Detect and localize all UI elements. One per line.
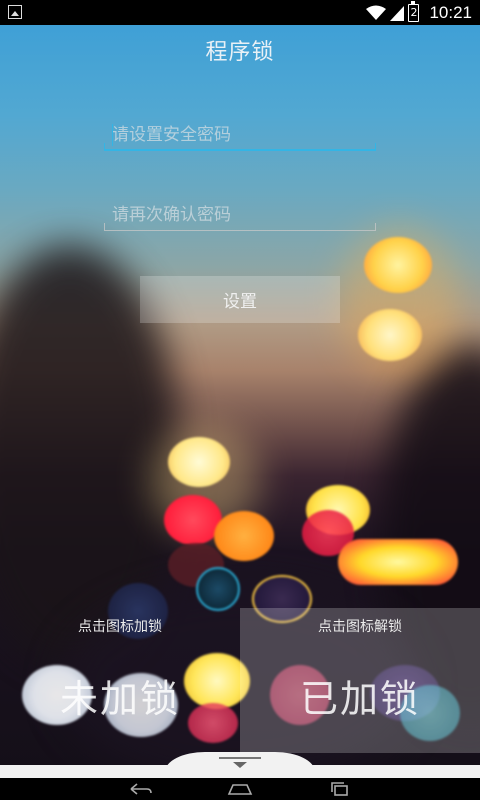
wifi-icon [366, 5, 387, 20]
status-time: 10:21 [429, 2, 472, 22]
back-icon[interactable] [125, 781, 155, 797]
locked-label: 已加锁 [299, 677, 420, 721]
text-cursor [112, 124, 113, 146]
status-icons: 2 10:21 [366, 0, 472, 25]
signal-icon [390, 5, 405, 21]
home-icon[interactable] [225, 781, 255, 797]
bottom-drawer [0, 752, 480, 778]
locked-panel[interactable]: 点击图标解锁 已加锁 [240, 608, 480, 753]
confirm-password-input-underline [104, 223, 376, 231]
set-password-button[interactable]: 设置 [140, 276, 340, 323]
battery-level: 2 [410, 6, 418, 19]
recent-apps-icon[interactable] [325, 781, 355, 797]
password-input-underline [104, 143, 376, 151]
unlocked-panel[interactable]: 点击图标加锁 未加锁 [0, 608, 240, 753]
image-notification-icon [8, 5, 22, 19]
unlock-hint: 点击图标解锁 [318, 619, 402, 635]
status-bar: 2 10:21 [0, 0, 480, 25]
drawer-handle-icon[interactable] [219, 757, 261, 769]
page-title: 程序锁 [205, 40, 275, 65]
navigation-bar [0, 778, 480, 800]
unlocked-label: 未加锁 [59, 677, 180, 721]
battery-icon: 2 [408, 0, 420, 22]
lock-hint: 点击图标加锁 [78, 619, 162, 635]
